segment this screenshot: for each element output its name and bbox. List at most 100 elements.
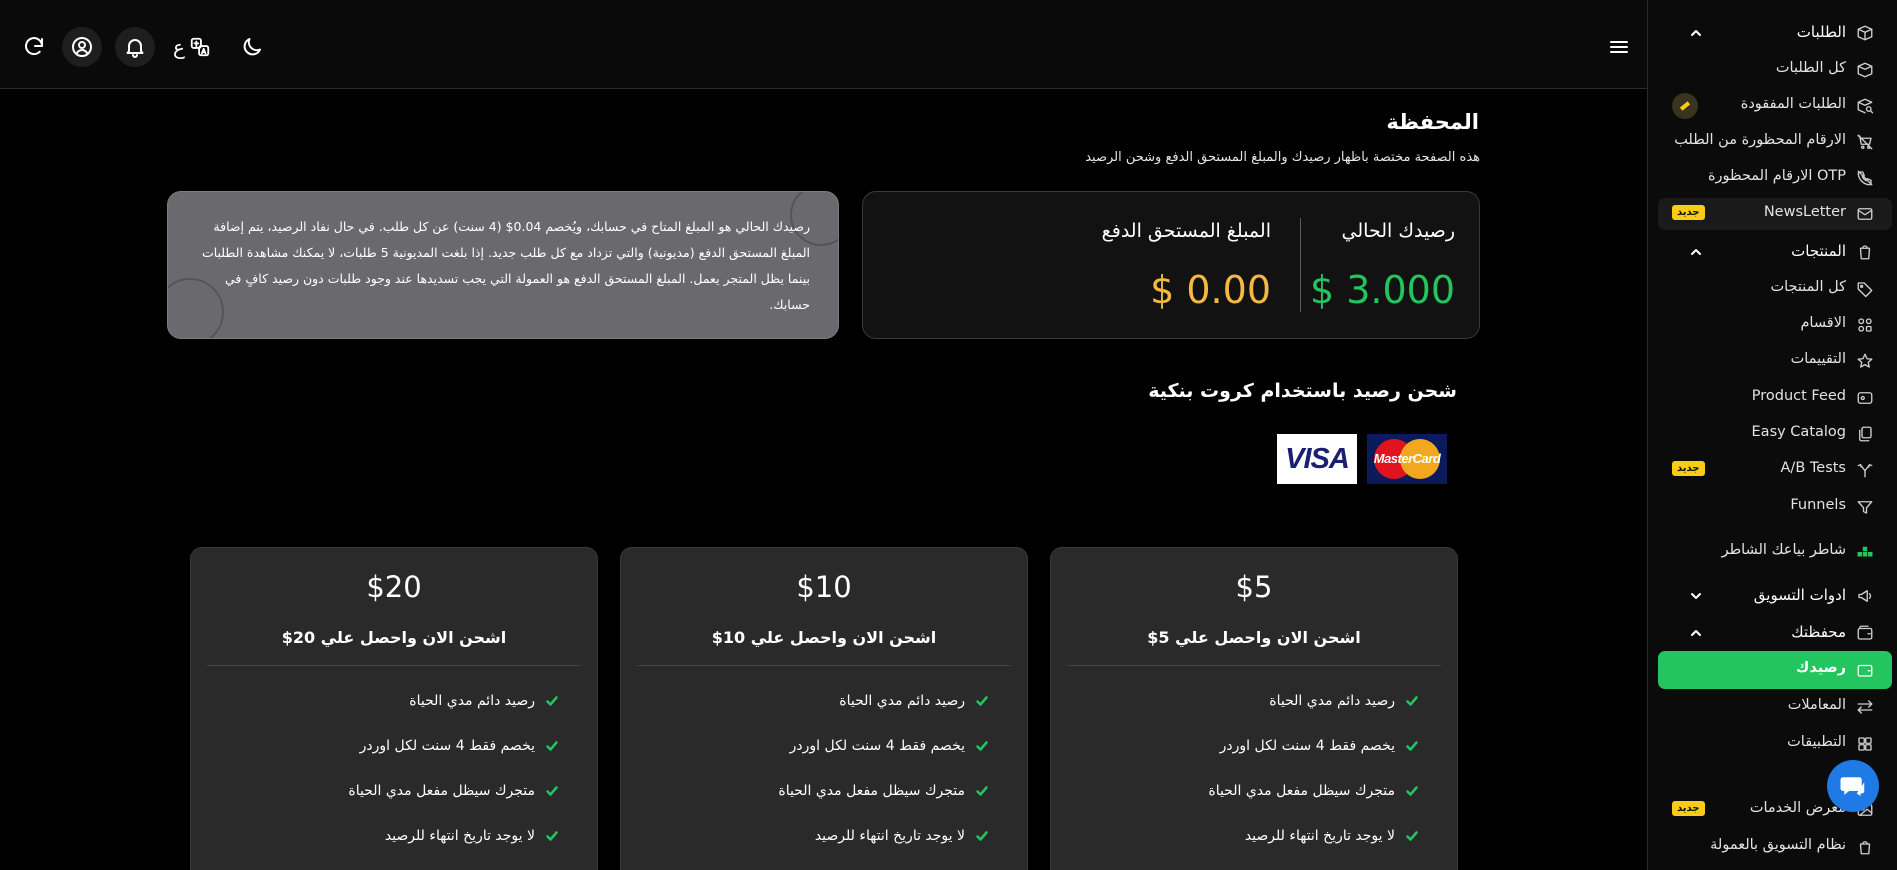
sidebar-item-your-balance[interactable]: رصيدك	[1658, 651, 1892, 689]
translate-icon	[190, 37, 210, 57]
mastercard-card[interactable]: MasterCard	[1367, 434, 1447, 484]
sidebar-item-label: A/B Tests	[1780, 460, 1846, 476]
plan-feature-text: يخصم فقط 4 سنت لكل اوردر	[359, 738, 535, 754]
chat-icon	[1840, 777, 1865, 796]
plan-feature-text: رصيد دائم مدي الحياة	[1269, 693, 1395, 709]
plan-feature-text: لا يوجد تاريخ انتهاء للرصيد	[1244, 828, 1395, 844]
plan-feature-text: متجرك سيظل مفعل مدي الحياة	[348, 783, 535, 799]
plan-price: $20	[366, 570, 422, 604]
plan-feature-text: يخصم فقط 4 سنت لكل اوردر	[789, 738, 965, 754]
plan-feature-text: لا يوجد تاريخ انتهاء للرصيد	[814, 828, 965, 844]
due-amount: المبلغ المستحق الدفع $ 0.00	[1102, 220, 1271, 312]
plan-feature: يخصم فقط 4 سنت لكل اوردر	[790, 738, 989, 754]
sidebar-item-transactions[interactable]: المعاملات	[1658, 691, 1892, 723]
sidebar-item-lost-orders[interactable]: الطلبات المفقودة	[1658, 90, 1892, 122]
box-search-icon	[1856, 97, 1874, 115]
plan-price: $10	[796, 570, 852, 604]
sidebar: الطلبات كل الطلبات الطلبات المفقودة الار…	[1647, 0, 1897, 870]
page-title: المحفظة	[1386, 110, 1479, 134]
sidebar-item-label: ادوات التسويق	[1753, 586, 1846, 604]
bag-icon	[1856, 838, 1874, 856]
info-text: رصيدك الحالي هو المبلغ المتاح في حسابك، …	[201, 219, 810, 312]
balance-card: رصيدك الحالي $ 3.000 المبلغ المستحق الدف…	[862, 191, 1480, 339]
sidebar-item-label: الارقام المحظورة OTP	[1707, 168, 1846, 184]
top-header: ع	[0, 0, 1647, 89]
chevron-up-icon[interactable]	[1688, 244, 1704, 260]
bell-icon[interactable]	[115, 27, 155, 67]
chevron-up-icon[interactable]	[1688, 25, 1704, 41]
chat-support-button[interactable]	[1827, 760, 1879, 812]
feed-icon	[1856, 389, 1874, 407]
plan-subtitle: اشحن الان واحصل علي 5$	[1147, 628, 1361, 647]
account-icon[interactable]	[62, 27, 102, 67]
mail-icon	[1856, 205, 1874, 223]
sidebar-item-label: الارقام المحظورة من الطلب	[1674, 132, 1846, 148]
dark-mode-icon[interactable]	[234, 29, 270, 65]
check-icon	[975, 739, 989, 753]
check-icon	[545, 739, 559, 753]
sidebar-item-label: المنتجات	[1791, 242, 1846, 260]
check-icon	[545, 694, 559, 708]
due-amount-value: $ 0.00	[1150, 268, 1271, 312]
sidebar-item-reviews[interactable]: التقييمات	[1658, 345, 1892, 377]
sidebar-item-label: الطلبات	[1796, 23, 1846, 41]
catalog-icon	[1856, 425, 1874, 443]
sidebar-item-newsletter[interactable]: NewsLetter جديد	[1658, 198, 1892, 230]
check-icon	[1405, 694, 1419, 708]
plan-price: $5	[1235, 570, 1273, 604]
sidebar-item-categories[interactable]: الاقسام	[1658, 309, 1892, 341]
plan-divider	[637, 665, 1011, 666]
check-icon	[1405, 784, 1419, 798]
plan-feature: رصيد دائم مدي الحياة	[839, 693, 989, 709]
sidebar-section-products[interactable]: المنتجات	[1658, 236, 1892, 268]
sidebar-item-product-feed[interactable]: Product Feed	[1658, 382, 1892, 414]
sidebar-item-banned-numbers-otp[interactable]: الارقام المحظورة OTP	[1658, 162, 1892, 194]
visa-card[interactable]: VISA	[1277, 434, 1357, 484]
sidebar-section-wallet[interactable]: محفظتك	[1658, 617, 1892, 649]
sidebar-item-all-orders[interactable]: كل الطلبات	[1658, 54, 1892, 86]
apps-icon	[1856, 735, 1874, 753]
plan-feature: لا يوجد تاريخ انتهاء للرصيد	[1245, 828, 1419, 844]
sidebar-section-orders[interactable]: الطلبات	[1658, 17, 1892, 49]
sidebar-item-easy-catalog[interactable]: Easy Catalog	[1658, 418, 1892, 450]
sidebar-item-ab-tests[interactable]: A/B Tests جديد	[1658, 454, 1892, 486]
current-balance-value: $ 3.000	[1309, 268, 1455, 312]
plan-feature: متجرك سيظل مفعل مدي الحياة	[778, 783, 989, 799]
funnel-icon	[1856, 498, 1874, 516]
new-badge: جديد	[1672, 461, 1705, 476]
sidebar-item-banned-numbers-order[interactable]: الارقام المحظورة من الطلب	[1658, 126, 1892, 158]
topup-title: شحن رصيد باستخدام كروت بنكية	[1148, 380, 1457, 402]
check-icon	[545, 784, 559, 798]
sidebar-item-apps[interactable]: التطبيقات	[1658, 728, 1892, 760]
chevron-down-icon[interactable]	[1688, 588, 1704, 604]
sidebar-item-affiliate[interactable]: نظام التسويق بالعمولة	[1658, 831, 1892, 863]
plan-feature: يخصم فقط 4 سنت لكل اوردر	[1220, 738, 1419, 754]
current-balance-label: رصيدك الحالي	[1341, 220, 1455, 242]
plan-card-10[interactable]: $10 اشحن الان واحصل علي 10$ رصيد دائم مد…	[620, 547, 1028, 870]
sidebar-item-label: نظام التسويق بالعمولة	[1710, 837, 1846, 853]
refresh-icon[interactable]	[16, 29, 52, 65]
check-icon	[975, 829, 989, 843]
sidebar-item-all-products[interactable]: كل المنتجات	[1658, 273, 1892, 305]
plan-divider	[207, 665, 581, 666]
language-switch[interactable]: ع	[170, 29, 214, 65]
sidebar-section-marketing-tools[interactable]: ادوات التسويق	[1658, 580, 1892, 612]
plan-card-20[interactable]: $20 اشحن الان واحصل علي 20$ رصيد دائم مد…	[190, 547, 598, 870]
due-amount-label: المبلغ المستحق الدفع	[1101, 220, 1271, 242]
sidebar-item-funnels[interactable]: Funnels	[1658, 491, 1892, 523]
plan-feature-text: رصيد دائم مدي الحياة	[839, 693, 965, 709]
sidebar-item-label: محفظتك	[1791, 623, 1846, 641]
plan-feature: رصيد دائم مدي الحياة	[409, 693, 559, 709]
plan-card-5[interactable]: $5 اشحن الان واحصل علي 5$ رصيد دائم مدي …	[1050, 547, 1458, 870]
wallet-icon	[1856, 624, 1874, 642]
plan-divider	[1067, 665, 1441, 666]
sidebar-item-shater[interactable]: شاطر بياعك الشاطر	[1658, 536, 1892, 568]
new-badge: جديد	[1672, 205, 1705, 220]
sidebar-item-label: كل الطلبات	[1775, 60, 1846, 76]
sidebar-item-label: شاطر بياعك الشاطر	[1721, 542, 1846, 558]
plan-feature: متجرك سيظل مفعل مدي الحياة	[1208, 783, 1419, 799]
chevron-up-icon[interactable]	[1688, 625, 1704, 641]
box-icon	[1856, 24, 1874, 42]
sidebar-item-label: المعاملات	[1787, 697, 1846, 713]
menu-icon[interactable]	[1601, 29, 1637, 65]
